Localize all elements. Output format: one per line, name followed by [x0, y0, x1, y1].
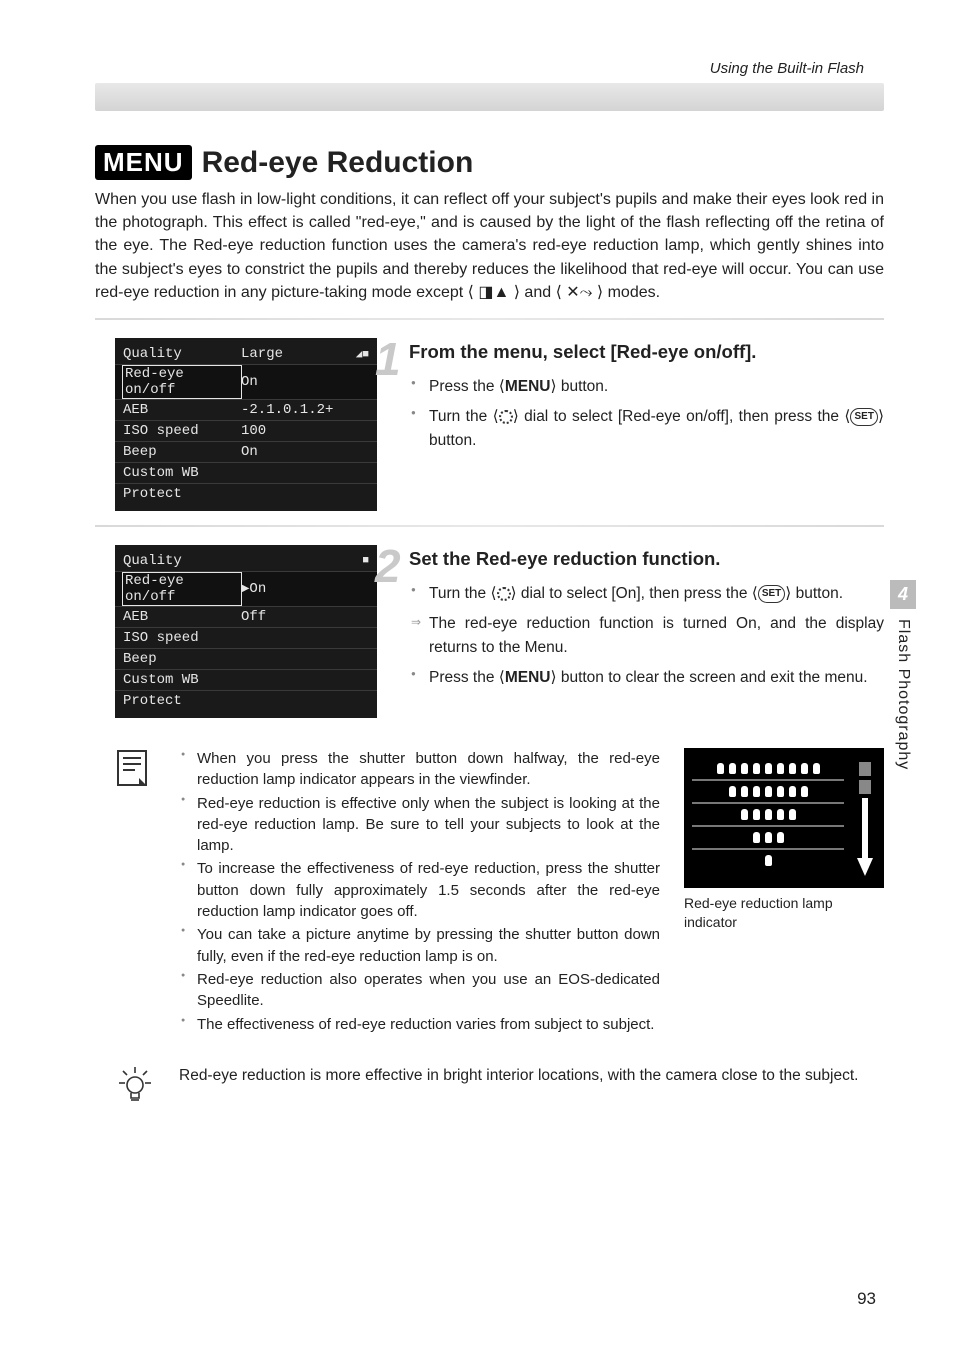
step-number-1: 1: [375, 332, 401, 386]
lightbulb-icon: [115, 1065, 155, 1111]
lcd-row: Custom WB: [115, 670, 377, 691]
separator: [95, 525, 884, 527]
lcd-row: Protect: [115, 484, 377, 505]
indicator-row: [692, 827, 844, 850]
indicator-row: [692, 781, 844, 804]
step-title-2: Set the Red-eye reduction function.: [409, 547, 884, 572]
chapter-tab-label: Flash Photography: [894, 619, 912, 770]
note-bullet: The effectiveness of red-eye reduction v…: [179, 1014, 660, 1035]
step-bullet: The red-eye reduction function is turned…: [409, 612, 884, 660]
indicator-row: [692, 758, 844, 781]
lcd-row: BeepOn: [115, 442, 377, 463]
step-1-items: Press the ⟨MENU⟩ button. Turn the ⟨⟩ dial…: [409, 375, 884, 453]
tip-text: Red-eye reduction is more effective in b…: [179, 1065, 884, 1087]
indicator-row: [692, 850, 844, 871]
step-bullet: Press the ⟨MENU⟩ button.: [409, 375, 884, 399]
indicator-row: [692, 804, 844, 827]
lcd-row: Red-eye on/off▶On: [115, 572, 377, 607]
lcd-row: ISO speed100: [115, 421, 377, 442]
lcd-row: Red-eye on/offOn: [115, 365, 377, 400]
lcd-screenshot-1: QualityLarge◢■Red-eye on/offOnAEB-2.1.0.…: [115, 338, 377, 511]
lcd-screenshot-2: Quality■Red-eye on/off▶OnAEB OffISO spee…: [115, 545, 377, 718]
step-bullet: Turn the ⟨⟩ dial to select [On], then pr…: [409, 582, 884, 606]
note-list: When you press the shutter button down h…: [179, 748, 660, 1035]
step-bullet: Press the ⟨MENU⟩ button to clear the scr…: [409, 666, 884, 690]
running-head: Using the Built-in Flash: [95, 60, 884, 77]
note-bullet: You can take a picture anytime by pressi…: [179, 924, 660, 967]
note-icon: [115, 748, 155, 1037]
page-title: Red-eye Reduction: [202, 146, 474, 180]
note-bullet: Red-eye reduction is effective only when…: [179, 793, 660, 857]
step-bullet: Turn the ⟨⟩ dial to select [Red-eye on/o…: [409, 405, 884, 453]
lamp-indicator-graphic: [684, 748, 884, 888]
lcd-row: AEB Off: [115, 607, 377, 628]
lcd-row: ISO speed: [115, 628, 377, 649]
lcd-row: Beep: [115, 649, 377, 670]
step-title-1: From the menu, select [Red-eye on/off].: [409, 340, 884, 365]
separator: [95, 318, 884, 320]
lcd-row: AEB-2.1.0.1.2+: [115, 400, 377, 421]
lcd-row: QualityLarge◢■: [115, 344, 377, 365]
chapter-tab-number: 4: [890, 580, 916, 609]
step-number-2: 2: [375, 539, 401, 593]
lcd-row: Custom WB: [115, 463, 377, 484]
lcd-row: Protect: [115, 691, 377, 712]
note-bullet: To increase the effectiveness of red-eye…: [179, 858, 660, 922]
menu-badge: MENU: [95, 145, 192, 180]
page-number: 93: [857, 1289, 876, 1309]
header-strip: [95, 83, 884, 111]
step-2-items: Turn the ⟨⟩ dial to select [On], then pr…: [409, 582, 884, 690]
intro-paragraph: When you use flash in low-light conditio…: [95, 188, 884, 304]
note-bullet: Red-eye reduction also operates when you…: [179, 969, 660, 1012]
note-bullet: When you press the shutter button down h…: [179, 748, 660, 791]
indicator-caption: Red-eye reduction lamp indicator: [684, 894, 884, 932]
lcd-row: Quality■: [115, 551, 377, 572]
